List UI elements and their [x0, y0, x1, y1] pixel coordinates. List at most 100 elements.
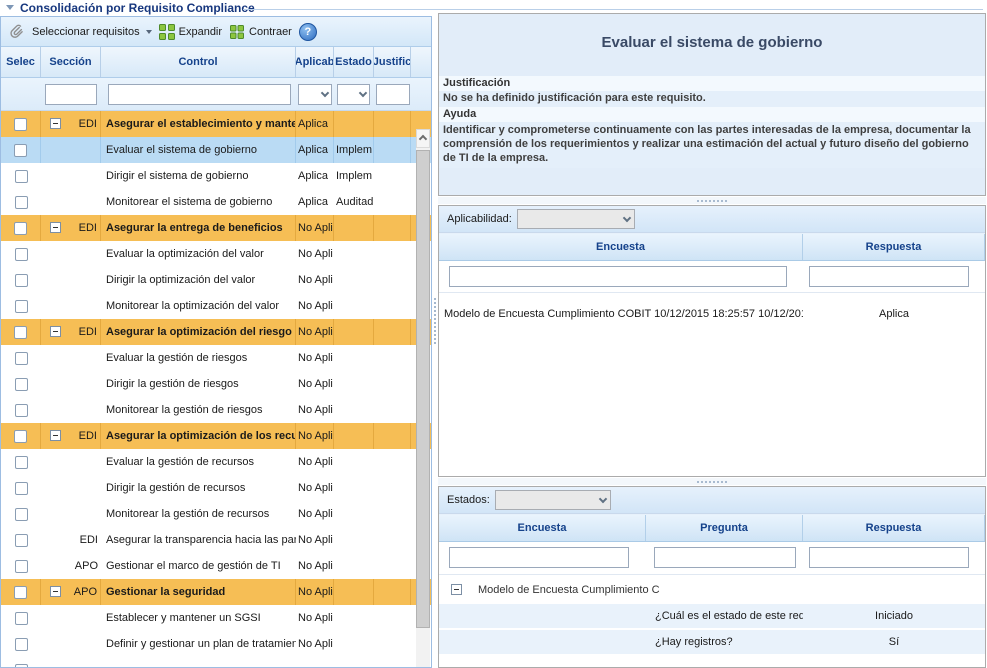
encuesta-filter-input[interactable]	[449, 547, 629, 568]
table-row[interactable]: Dirigir el sistema de gobiernoAplicaImpl…	[1, 163, 431, 189]
estados-select[interactable]	[495, 490, 611, 510]
row-checkbox[interactable]	[15, 482, 28, 495]
row-checkbox[interactable]	[15, 638, 28, 651]
column-header-control[interactable]: Control	[101, 47, 296, 77]
column-header-pregunta[interactable]: Pregunta	[646, 515, 803, 541]
table-row[interactable]: Evaluar la optimización del valorNo Apli	[1, 241, 431, 267]
table-row[interactable]	[1, 657, 431, 667]
column-header-respuesta[interactable]: Respuesta	[803, 234, 985, 260]
row-checkbox[interactable]	[14, 586, 27, 599]
control-cell: Gestionar la seguridad	[101, 579, 296, 605]
select-cell	[1, 449, 41, 475]
collapse-expander-icon[interactable]	[50, 430, 61, 441]
column-header-selec[interactable]: Selec	[1, 47, 41, 77]
scroll-up-button[interactable]	[416, 129, 430, 148]
table-row[interactable]: Dirigir la gestión de riesgosNo Apli	[1, 371, 431, 397]
collapse-expander-icon[interactable]	[50, 586, 61, 597]
requirements-panel: Seleccionar requisitos Expandir	[0, 16, 432, 668]
column-header-encuesta[interactable]: Encuesta	[439, 234, 803, 260]
select-cell	[1, 397, 41, 423]
estado-filter-select[interactable]	[337, 84, 370, 105]
table-row[interactable]: EDIAsegurar la transparencia hacia las p…	[1, 527, 431, 553]
row-checkbox[interactable]	[15, 612, 28, 625]
column-header-estado[interactable]: Estado	[334, 47, 374, 77]
respuesta-filter-input[interactable]	[809, 266, 969, 287]
row-checkbox[interactable]	[15, 352, 28, 365]
column-header-justific[interactable]: Justific	[374, 47, 411, 77]
table-row[interactable]: Monitorear la gestión de riesgosNo Apli	[1, 397, 431, 423]
collapse-expander-icon[interactable]	[451, 584, 462, 595]
justific-cell	[374, 501, 411, 527]
justific-filter-input[interactable]	[376, 84, 410, 105]
column-header-encuesta[interactable]: Encuesta	[439, 515, 646, 541]
encuesta-filter-input[interactable]	[449, 266, 787, 287]
collapse-expander-icon[interactable]	[50, 222, 61, 233]
contract-button[interactable]: Contraer	[229, 24, 292, 40]
justific-cell	[374, 527, 411, 553]
select-cell	[1, 631, 41, 657]
collapse-expander-icon[interactable]	[50, 118, 61, 129]
paperclip-icon[interactable]	[8, 23, 25, 40]
aplicab-filter-select[interactable]	[298, 84, 332, 105]
seccion-filter-input[interactable]	[45, 84, 97, 105]
select-cell	[1, 657, 41, 667]
vertical-scrollbar[interactable]	[416, 129, 430, 667]
table-row[interactable]: Monitorear la optimización del valorNo A…	[1, 293, 431, 319]
table-row[interactable]: ¿Hay registros?Sí	[439, 630, 985, 654]
table-row[interactable]: Monitorear la gestión de recursosNo Apli	[1, 501, 431, 527]
aplicab-cell	[296, 657, 334, 667]
row-checkbox[interactable]	[15, 508, 28, 521]
expand-button[interactable]: Expandir	[159, 24, 222, 40]
table-row[interactable]: APOGestionar la seguridadNo Apli	[1, 579, 431, 605]
pregunta-filter-input[interactable]	[654, 547, 796, 568]
row-checkbox[interactable]	[14, 144, 27, 157]
table-row[interactable]: Evaluar la gestión de recursosNo Apli	[1, 449, 431, 475]
table-row[interactable]: Definir y gestionar un plan de tratamien…	[1, 631, 431, 657]
table-row[interactable]: Dirigir la optimización del valorNo Apli	[1, 267, 431, 293]
justific-cell	[374, 397, 411, 423]
table-row[interactable]: Evaluar la gestión de riesgosNo Apli	[1, 345, 431, 371]
row-checkbox[interactable]	[15, 170, 28, 183]
justific-cell	[374, 293, 411, 319]
table-row[interactable]: EDIAsegurar la optimización de los recur…	[1, 423, 431, 449]
control-filter-input[interactable]	[108, 84, 291, 105]
table-row[interactable]: ¿Cuál es el estado de este requisito?Ini…	[439, 604, 985, 628]
horizontal-splitter[interactable]	[438, 478, 986, 485]
table-row[interactable]: EDIAsegurar la entrega de beneficiosNo A…	[1, 215, 431, 241]
row-checkbox[interactable]	[15, 248, 28, 261]
horizontal-splitter[interactable]	[438, 197, 986, 204]
help-icon[interactable]: ?	[299, 23, 317, 41]
table-row[interactable]: Modelo de Encuesta Cumplimiento COBIT 10…	[439, 303, 985, 325]
table-row[interactable]: Evaluar el sistema de gobiernoAplicaImpl…	[1, 137, 431, 163]
collapse-panel-icon[interactable]	[6, 5, 14, 10]
row-checkbox[interactable]	[14, 326, 27, 339]
row-checkbox[interactable]	[15, 274, 28, 287]
row-checkbox[interactable]	[15, 196, 28, 209]
row-checkbox[interactable]	[15, 300, 28, 313]
table-row[interactable]: APOGestionar el marco de gestión de TINo…	[1, 553, 431, 579]
row-checkbox[interactable]	[15, 534, 28, 547]
aplicabilidad-select[interactable]	[517, 209, 635, 229]
table-row[interactable]: Monitorear el sistema de gobiernoAplicaA…	[1, 189, 431, 215]
scrollbar-thumb[interactable]	[416, 150, 430, 628]
select-requirements-button[interactable]: Seleccionar requisitos	[32, 26, 152, 38]
row-checkbox[interactable]	[14, 430, 27, 443]
row-checkbox[interactable]	[15, 404, 28, 417]
table-row[interactable]: Dirigir la gestión de recursosNo Apli	[1, 475, 431, 501]
vertical-splitter-handle[interactable]	[434, 298, 436, 344]
row-checkbox[interactable]	[14, 222, 27, 235]
survey-group-row[interactable]: Modelo de Encuesta Cumplimiento C	[439, 575, 985, 604]
column-header-seccion[interactable]: Sección	[41, 47, 101, 77]
row-checkbox[interactable]	[15, 560, 28, 573]
table-row[interactable]: Establecer y mantener un SGSINo Apli	[1, 605, 431, 631]
column-header-aplicab[interactable]: Aplicab	[296, 47, 334, 77]
row-checkbox[interactable]	[14, 118, 27, 131]
table-row[interactable]: EDIAsegurar la optimización del riesgoNo…	[1, 319, 431, 345]
row-checkbox[interactable]	[15, 456, 28, 469]
respuesta-filter-input[interactable]	[809, 547, 969, 568]
table-row[interactable]: EDIAsegurar el establecimiento y manteni…	[1, 111, 431, 137]
row-checkbox[interactable]	[15, 378, 28, 391]
row-checkbox[interactable]	[15, 664, 28, 668]
column-header-respuesta[interactable]: Respuesta	[803, 515, 985, 541]
collapse-expander-icon[interactable]	[50, 326, 61, 337]
